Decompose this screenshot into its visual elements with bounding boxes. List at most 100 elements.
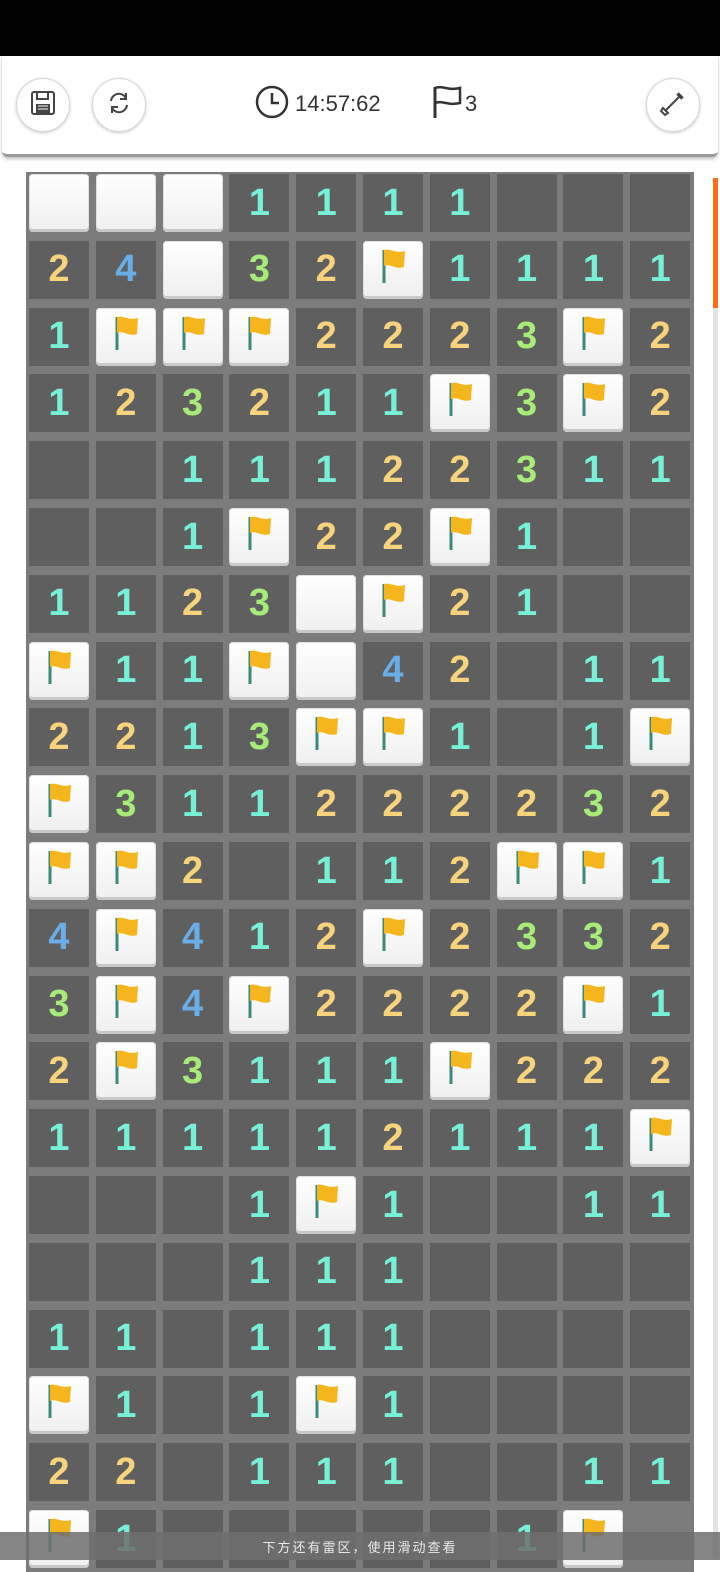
number-cell[interactable]: 1 [162, 508, 223, 566]
number-cell[interactable]: 2 [429, 307, 490, 366]
number-cell[interactable]: 1 [162, 641, 223, 700]
number-cell[interactable]: 1 [363, 842, 423, 900]
number-cell[interactable]: 2 [29, 1042, 89, 1101]
number-cell[interactable]: 1 [95, 641, 156, 700]
flagged-cell[interactable] [563, 975, 624, 1034]
number-cell[interactable]: 1 [563, 240, 624, 299]
number-cell[interactable]: 1 [563, 1109, 624, 1168]
number-cell[interactable]: 1 [496, 508, 557, 566]
scroll-thumb[interactable] [713, 178, 718, 308]
flagged-cell[interactable] [429, 374, 490, 433]
number-cell[interactable]: 2 [429, 842, 490, 900]
number-cell[interactable]: 2 [363, 775, 423, 834]
number-cell[interactable]: 1 [630, 842, 691, 900]
number-cell[interactable]: 1 [29, 307, 89, 366]
number-cell[interactable]: 1 [363, 1376, 423, 1435]
number-cell[interactable]: 4 [363, 641, 423, 700]
empty-cell[interactable] [630, 574, 691, 633]
flagged-cell[interactable] [296, 1376, 357, 1435]
number-cell[interactable]: 2 [296, 975, 357, 1034]
flagged-cell[interactable] [363, 240, 423, 299]
empty-cell[interactable] [29, 1176, 89, 1234]
number-cell[interactable]: 1 [229, 1443, 290, 1502]
empty-cell[interactable] [162, 1309, 223, 1368]
unopened-cell[interactable] [296, 574, 357, 633]
number-cell[interactable]: 3 [162, 374, 223, 433]
number-cell[interactable]: 1 [429, 708, 490, 767]
number-cell[interactable]: 2 [95, 1443, 156, 1502]
number-cell[interactable]: 1 [229, 1042, 290, 1101]
restart-button[interactable] [92, 78, 146, 132]
number-cell[interactable]: 4 [95, 240, 156, 299]
number-cell[interactable]: 1 [496, 574, 557, 633]
number-cell[interactable]: 2 [29, 708, 89, 767]
empty-cell[interactable] [563, 174, 624, 232]
number-cell[interactable]: 1 [363, 1042, 423, 1101]
flagged-cell[interactable] [630, 1109, 691, 1168]
empty-cell[interactable] [630, 1242, 691, 1301]
number-cell[interactable]: 2 [496, 1042, 557, 1101]
number-cell[interactable]: 2 [95, 374, 156, 433]
number-cell[interactable]: 1 [229, 441, 290, 500]
unopened-cell[interactable] [29, 174, 89, 232]
number-cell[interactable]: 4 [162, 975, 223, 1034]
flagged-cell[interactable] [162, 307, 223, 366]
flagged-cell[interactable] [95, 975, 156, 1034]
number-cell[interactable]: 3 [162, 1042, 223, 1101]
number-cell[interactable]: 1 [95, 1376, 156, 1435]
number-cell[interactable]: 1 [630, 641, 691, 700]
number-cell[interactable]: 3 [496, 374, 557, 433]
flagged-cell[interactable] [429, 508, 490, 566]
number-cell[interactable]: 1 [296, 374, 357, 433]
empty-cell[interactable] [95, 508, 156, 566]
unopened-cell[interactable] [296, 641, 357, 700]
number-cell[interactable]: 1 [95, 1309, 156, 1368]
number-cell[interactable]: 2 [363, 975, 423, 1034]
flagged-cell[interactable] [296, 708, 357, 767]
empty-cell[interactable] [496, 1176, 557, 1234]
save-button[interactable] [16, 78, 70, 132]
empty-cell[interactable] [563, 1309, 624, 1368]
number-cell[interactable]: 1 [363, 1443, 423, 1502]
empty-cell[interactable] [29, 441, 89, 500]
number-cell[interactable]: 1 [363, 374, 423, 433]
unopened-cell[interactable] [162, 174, 223, 232]
number-cell[interactable]: 1 [296, 842, 357, 900]
empty-cell[interactable] [229, 842, 290, 900]
number-cell[interactable]: 2 [630, 1042, 691, 1101]
flagged-cell[interactable] [429, 1042, 490, 1101]
number-cell[interactable]: 2 [496, 975, 557, 1034]
flagged-cell[interactable] [229, 641, 290, 700]
number-cell[interactable]: 2 [296, 775, 357, 834]
number-cell[interactable]: 2 [95, 708, 156, 767]
number-cell[interactable]: 3 [229, 240, 290, 299]
number-cell[interactable]: 2 [563, 1042, 624, 1101]
empty-cell[interactable] [496, 708, 557, 767]
empty-cell[interactable] [630, 174, 691, 232]
number-cell[interactable]: 1 [563, 708, 624, 767]
number-cell[interactable]: 3 [496, 441, 557, 500]
empty-cell[interactable] [496, 641, 557, 700]
flagged-cell[interactable] [95, 842, 156, 900]
empty-cell[interactable] [95, 1242, 156, 1301]
number-cell[interactable]: 2 [162, 574, 223, 633]
number-cell[interactable]: 1 [162, 441, 223, 500]
flagged-cell[interactable] [296, 1176, 357, 1234]
number-cell[interactable]: 3 [563, 775, 624, 834]
number-cell[interactable]: 2 [363, 307, 423, 366]
empty-cell[interactable] [630, 1376, 691, 1435]
flagged-cell[interactable] [563, 374, 624, 433]
number-cell[interactable]: 1 [363, 1176, 423, 1234]
number-cell[interactable]: 1 [563, 441, 624, 500]
number-cell[interactable]: 2 [429, 975, 490, 1034]
number-cell[interactable]: 2 [363, 1109, 423, 1168]
number-cell[interactable]: 1 [496, 240, 557, 299]
number-cell[interactable]: 1 [363, 1242, 423, 1301]
number-cell[interactable]: 1 [630, 441, 691, 500]
number-cell[interactable]: 1 [630, 1443, 691, 1502]
number-cell[interactable]: 2 [363, 441, 423, 500]
number-cell[interactable]: 1 [563, 641, 624, 700]
number-cell[interactable]: 2 [429, 908, 490, 967]
number-cell[interactable]: 1 [296, 1109, 357, 1168]
number-cell[interactable]: 1 [630, 1176, 691, 1234]
